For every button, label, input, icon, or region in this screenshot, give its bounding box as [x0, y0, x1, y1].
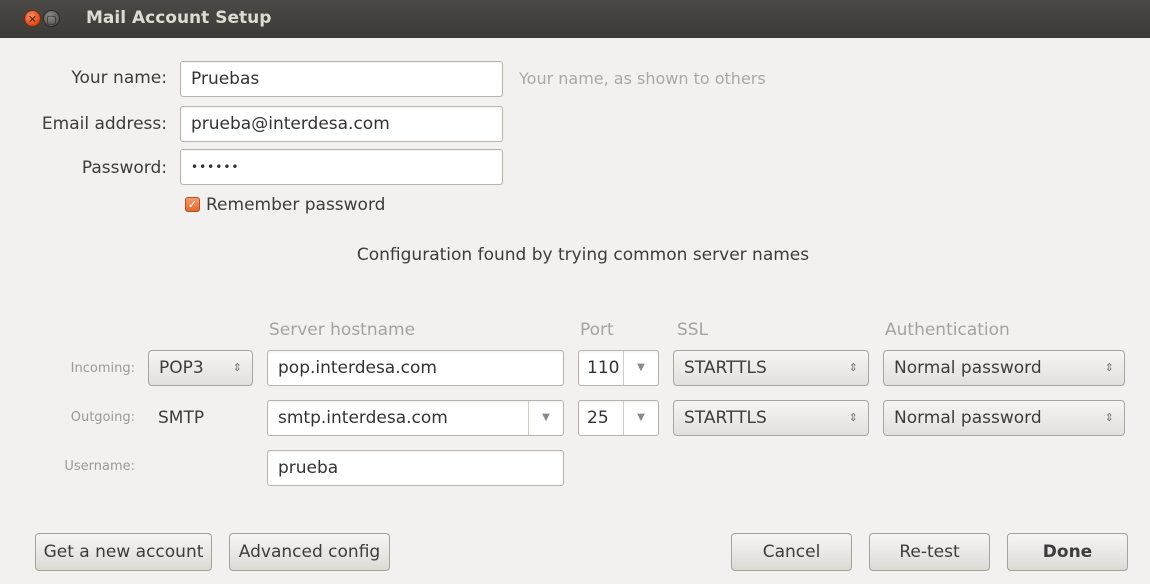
email-field[interactable]: prueba@interdesa.com [180, 106, 503, 142]
minimize-icon[interactable]: ▢ [43, 10, 60, 27]
get-new-account-button[interactable]: Get a new account [35, 533, 212, 571]
updown-icon: ⇕ [1104, 361, 1114, 374]
outgoing-label: Outgoing: [70, 410, 135, 425]
username-label: Username: [64, 459, 135, 474]
updown-icon: ⇕ [232, 361, 242, 374]
advanced-config-button[interactable]: Advanced config [229, 533, 390, 571]
remember-password-label[interactable]: Remember password [206, 195, 385, 215]
outgoing-hostname-combo[interactable]: smtp.interdesa.com ▼ [267, 400, 564, 436]
username-field[interactable]: prueba [267, 450, 564, 486]
outgoing-protocol: SMTP [158, 408, 205, 428]
updown-icon: ⇕ [848, 361, 858, 374]
email-label: Email address: [41, 114, 167, 134]
column-header-authentication: Authentication [885, 320, 1010, 340]
updown-icon: ⇕ [848, 411, 858, 424]
incoming-port-combo[interactable]: 110 ▼ [578, 350, 659, 386]
column-header-ssl: SSL [677, 320, 709, 340]
incoming-label: Incoming: [70, 361, 135, 376]
chevron-down-icon[interactable]: ▼ [528, 401, 563, 435]
outgoing-ssl-select[interactable]: STARTTLS ⇕ [673, 400, 869, 436]
column-header-hostname: Server hostname [269, 320, 416, 340]
incoming-ssl-select[interactable]: STARTTLS ⇕ [673, 350, 869, 386]
updown-icon: ⇕ [1104, 411, 1114, 424]
title-bar: ✕ ▢ Mail Account Setup [0, 0, 1150, 38]
window-title: Mail Account Setup [86, 8, 272, 28]
close-icon[interactable]: ✕ [24, 10, 41, 27]
your-name-label: Your name: [71, 68, 167, 88]
your-name-field[interactable]: Pruebas [180, 61, 503, 97]
incoming-auth-select[interactable]: Normal password ⇕ [883, 350, 1125, 386]
checkmark-icon: ✓ [187, 198, 198, 211]
incoming-protocol-select[interactable]: POP3 ⇕ [148, 350, 253, 386]
incoming-hostname-field[interactable]: pop.interdesa.com [267, 350, 564, 386]
your-name-hint: Your name, as shown to others [519, 69, 766, 88]
chevron-down-icon[interactable]: ▼ [623, 401, 658, 435]
chevron-down-icon[interactable]: ▼ [623, 351, 658, 385]
outgoing-port-combo[interactable]: 25 ▼ [578, 400, 659, 436]
outgoing-auth-select[interactable]: Normal password ⇕ [883, 400, 1125, 436]
column-header-port: Port [580, 320, 614, 340]
retest-button[interactable]: Re-test [869, 533, 990, 571]
password-label: Password: [81, 158, 167, 178]
status-message: Configuration found by trying common ser… [356, 245, 810, 265]
cancel-button[interactable]: Cancel [731, 533, 852, 571]
password-field[interactable]: •••••• [180, 149, 503, 185]
remember-password-checkbox[interactable]: ✓ [185, 197, 200, 212]
done-button[interactable]: Done [1007, 533, 1128, 571]
